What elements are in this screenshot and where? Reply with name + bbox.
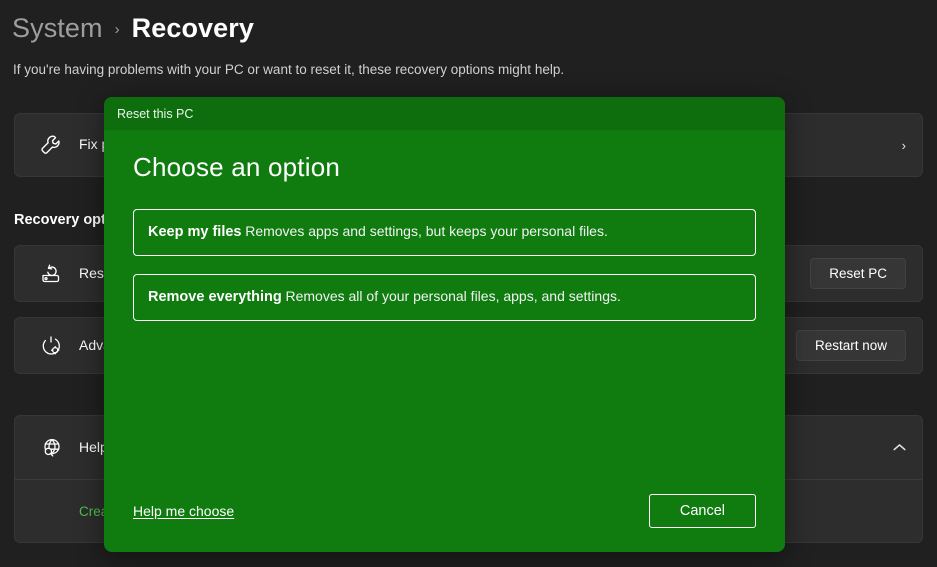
breadcrumb-separator-icon: › bbox=[115, 22, 120, 37]
help-globe-icon bbox=[31, 436, 71, 460]
breadcrumb-parent-system[interactable]: System bbox=[12, 13, 103, 44]
option-title: Remove everything bbox=[148, 289, 282, 305]
dialog-titlebar: Reset this PC bbox=[104, 97, 785, 130]
reset-pc-icon bbox=[31, 262, 71, 286]
option-remove-everything[interactable]: Remove everything Removes all of your pe… bbox=[133, 274, 756, 321]
page-description: If you're having problems with your PC o… bbox=[13, 62, 564, 77]
reset-pc-button[interactable]: Reset PC bbox=[810, 258, 906, 289]
restart-now-button[interactable]: Restart now bbox=[796, 330, 906, 361]
dialog-heading: Choose an option bbox=[133, 130, 756, 183]
breadcrumb: System › Recovery bbox=[12, 6, 254, 50]
chevron-up-icon[interactable] bbox=[883, 440, 906, 455]
dialog-body: Choose an option Keep my files Removes a… bbox=[104, 130, 785, 552]
option-keep-my-files[interactable]: Keep my files Removes apps and settings,… bbox=[133, 209, 756, 256]
dialog-footer: Help me choose Cancel bbox=[133, 494, 756, 528]
reset-this-pc-dialog: Reset this PC Choose an option Keep my f… bbox=[104, 97, 785, 552]
option-description: Removes all of your personal files, apps… bbox=[285, 288, 620, 304]
page-title: Recovery bbox=[132, 13, 254, 44]
option-description: Removes apps and settings, but keeps you… bbox=[245, 223, 608, 239]
chevron-right-icon[interactable]: › bbox=[892, 138, 906, 153]
option-list: Keep my files Removes apps and settings,… bbox=[133, 209, 756, 321]
dialog-window-title: Reset this PC bbox=[117, 107, 193, 121]
option-title: Keep my files bbox=[148, 224, 242, 240]
cancel-button[interactable]: Cancel bbox=[649, 494, 756, 528]
advanced-startup-icon bbox=[31, 334, 71, 358]
wrench-icon bbox=[31, 133, 71, 157]
help-me-choose-link[interactable]: Help me choose bbox=[133, 503, 234, 519]
